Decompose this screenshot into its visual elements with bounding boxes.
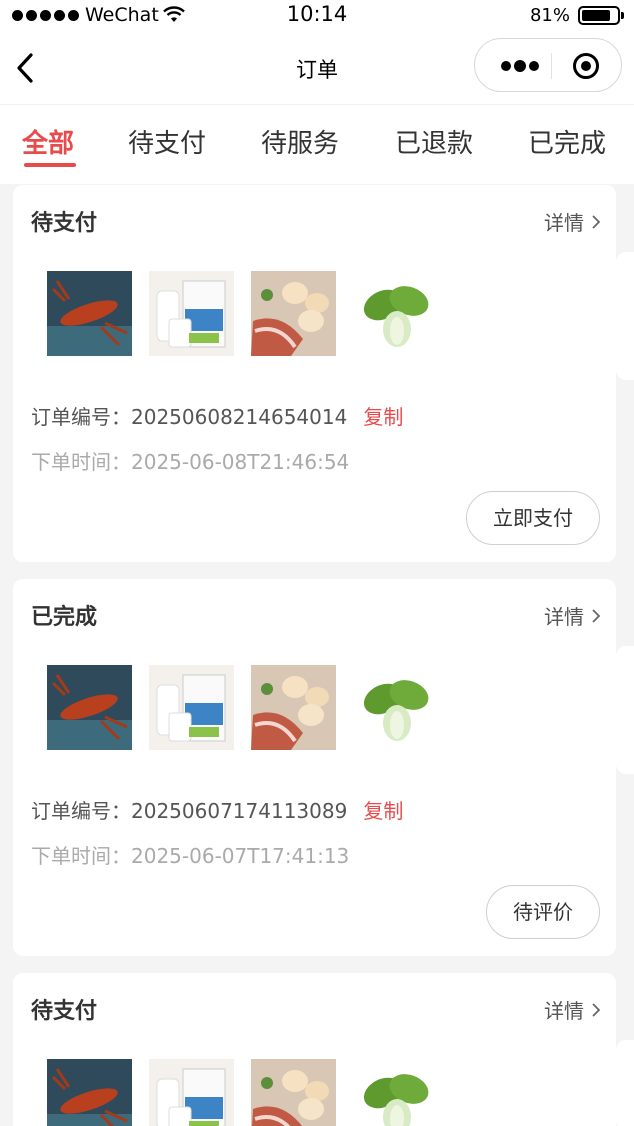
target-circle-icon [573, 53, 599, 79]
tab-completed[interactable]: 已完成 [528, 123, 606, 160]
crayfish-image [47, 271, 132, 356]
order-time-label: 下单时间： [31, 844, 131, 868]
chevron-right-icon [592, 608, 600, 623]
detail-label: 详情 [544, 605, 584, 629]
order-detail-link[interactable]: 详情 [544, 207, 600, 236]
order-time-row: 下单时间：2025-06-07T17:41:13 [31, 840, 349, 869]
milk-image [149, 1059, 234, 1126]
eggs-bacon-image [251, 271, 336, 356]
eggs-bacon-image [251, 665, 336, 750]
bok-choy-image [353, 1059, 438, 1126]
battery-indicator: 81% [529, 5, 624, 26]
order-number-label: 订单编号： [31, 799, 131, 823]
order-time-row: 下单时间：2025-06-08T21:46:54 [31, 446, 349, 475]
order-card[interactable]: 待支付 详情 [13, 973, 616, 1126]
active-tab-indicator [24, 163, 76, 167]
order-status: 已完成 [31, 605, 98, 630]
tab-refunded[interactable]: 已退款 [395, 123, 473, 160]
tab-pending-payment[interactable]: 待支付 [128, 123, 206, 160]
order-items [47, 665, 438, 750]
order-time-label: 下单时间： [31, 450, 131, 474]
order-number-row: 订单编号：20250608214654014 复制 [31, 401, 403, 430]
order-status-tabs: 全部 待支付 待服务 已退款 已完成 [0, 104, 634, 184]
chevron-right-icon [592, 1002, 600, 1017]
milk-image [149, 271, 234, 356]
crayfish-image [47, 665, 132, 750]
milk-image [149, 665, 234, 750]
card-edge-decoration [616, 1040, 634, 1126]
battery-percent: 81% [529, 5, 570, 26]
crayfish-image [47, 1059, 132, 1126]
bok-choy-image [353, 665, 438, 750]
order-items [47, 271, 438, 356]
order-number-row: 订单编号：20250607174113089 复制 [31, 795, 403, 824]
order-card[interactable]: 待支付 详情 订单编号：20250608214654014 复制 下单时间：202… [13, 185, 616, 562]
order-number: 20250607174113089 [131, 799, 348, 823]
order-status: 待支付 [31, 211, 98, 236]
card-edge-decoration [616, 646, 634, 774]
order-number: 20250608214654014 [131, 405, 348, 429]
order-time: 2025-06-08T21:46:54 [131, 450, 350, 474]
detail-label: 详情 [544, 211, 584, 235]
tab-all[interactable]: 全部 [22, 123, 74, 160]
review-button[interactable]: 待评价 [486, 885, 600, 939]
order-status: 待支付 [31, 999, 98, 1024]
order-number-label: 订单编号： [31, 405, 131, 429]
mini-program-capsule [474, 38, 622, 92]
card-edge-decoration [616, 252, 634, 380]
close-mini-program-button[interactable] [566, 52, 606, 80]
more-dots-icon [501, 60, 539, 72]
battery-icon [578, 6, 624, 25]
bok-choy-image [353, 271, 438, 356]
order-card[interactable]: 已完成 详情 订单编号：20250607174113089 复制 下单时间：202… [13, 579, 616, 956]
status-bar: WeChat 10:14 81% [0, 0, 634, 30]
copy-button[interactable]: 复制 [363, 799, 403, 823]
pay-now-button[interactable]: 立即支付 [466, 491, 600, 545]
more-button[interactable] [491, 53, 549, 79]
chevron-right-icon [592, 214, 600, 229]
order-items [47, 1059, 438, 1126]
order-detail-link[interactable]: 详情 [544, 601, 600, 630]
tab-pending-service[interactable]: 待服务 [261, 123, 339, 160]
capsule-divider [551, 53, 552, 79]
navigation-bar: 订单 [0, 30, 634, 104]
order-time: 2025-06-07T17:41:13 [131, 844, 350, 868]
detail-label: 详情 [544, 999, 584, 1023]
copy-button[interactable]: 复制 [363, 405, 403, 429]
eggs-bacon-image [251, 1059, 336, 1126]
order-detail-link[interactable]: 详情 [544, 995, 600, 1024]
